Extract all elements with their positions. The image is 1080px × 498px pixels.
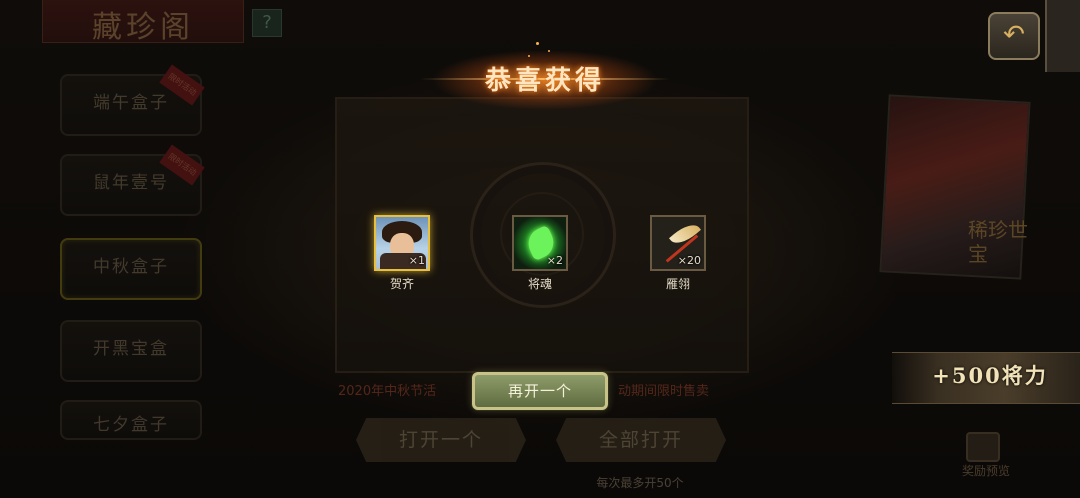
reward-frame: ×1 [374,215,430,271]
corner-decoration [1045,0,1080,72]
promo-text-right: 动期间限时售卖 [618,384,710,399]
promo-text-left: 2020年中秋节活 [338,384,437,399]
reward-item-hero[interactable]: ×1 贺齐 [372,215,432,292]
spark-particle [536,42,539,45]
reopen-button[interactable]: 再开一个 [472,372,608,410]
open-all-button[interactable]: 全部打开 [556,418,726,462]
side-tab-label: 中秋盒子 [93,257,169,277]
side-tab-qixi[interactable]: 七夕盒子 [60,400,202,440]
side-tab-dragon-boat[interactable]: 端午盒子 限时活动 [60,64,205,136]
gift-box-icon[interactable] [966,432,1000,462]
page-title: 藏珍阁 [92,10,194,45]
side-tab-label: 七夕盒子 [93,415,169,435]
open-limit-tip: 每次最多开50个 [596,476,684,490]
side-tab-mid-autumn[interactable]: 中秋盒子 [60,238,202,300]
reward-header-title: 恭喜获得 [484,66,605,96]
back-button[interactable]: ↶ [988,12,1040,60]
reward-count: ×1 [408,254,425,267]
poster-text: 稀珍世宝 [968,218,1028,266]
spark-particle [548,50,550,52]
reward-name: 雁翎 [665,277,690,291]
side-tab-team-box[interactable]: 开黑宝盒 [60,320,202,382]
back-arrow-icon: ↶ [1003,20,1025,50]
reward-frame: ×20 [650,215,706,271]
reward-frame: ×2 [512,215,568,271]
open-one-button[interactable]: 打开一个 [356,418,526,462]
help-button[interactable]: ? [252,9,282,37]
reward-preview-label[interactable]: 奖励预览 [948,462,1024,479]
reward-count: ×20 [677,254,701,267]
power-bonus-text: +500将力 [932,363,1048,388]
reward-name: 将魂 [527,277,552,291]
reward-count: ×2 [546,254,563,267]
reward-name: 贺齐 [389,277,414,291]
reward-item-soul[interactable]: ×2 将魂 [510,215,570,292]
side-tab-label: 开黑宝盒 [93,339,169,359]
reward-item-feather[interactable]: ×20 雁翎 [648,215,708,292]
side-tab-rat-year[interactable]: 鼠年壹号 限时活动 [60,144,205,216]
title-banner: 藏珍阁 [42,0,244,45]
spark-particle [528,55,530,57]
